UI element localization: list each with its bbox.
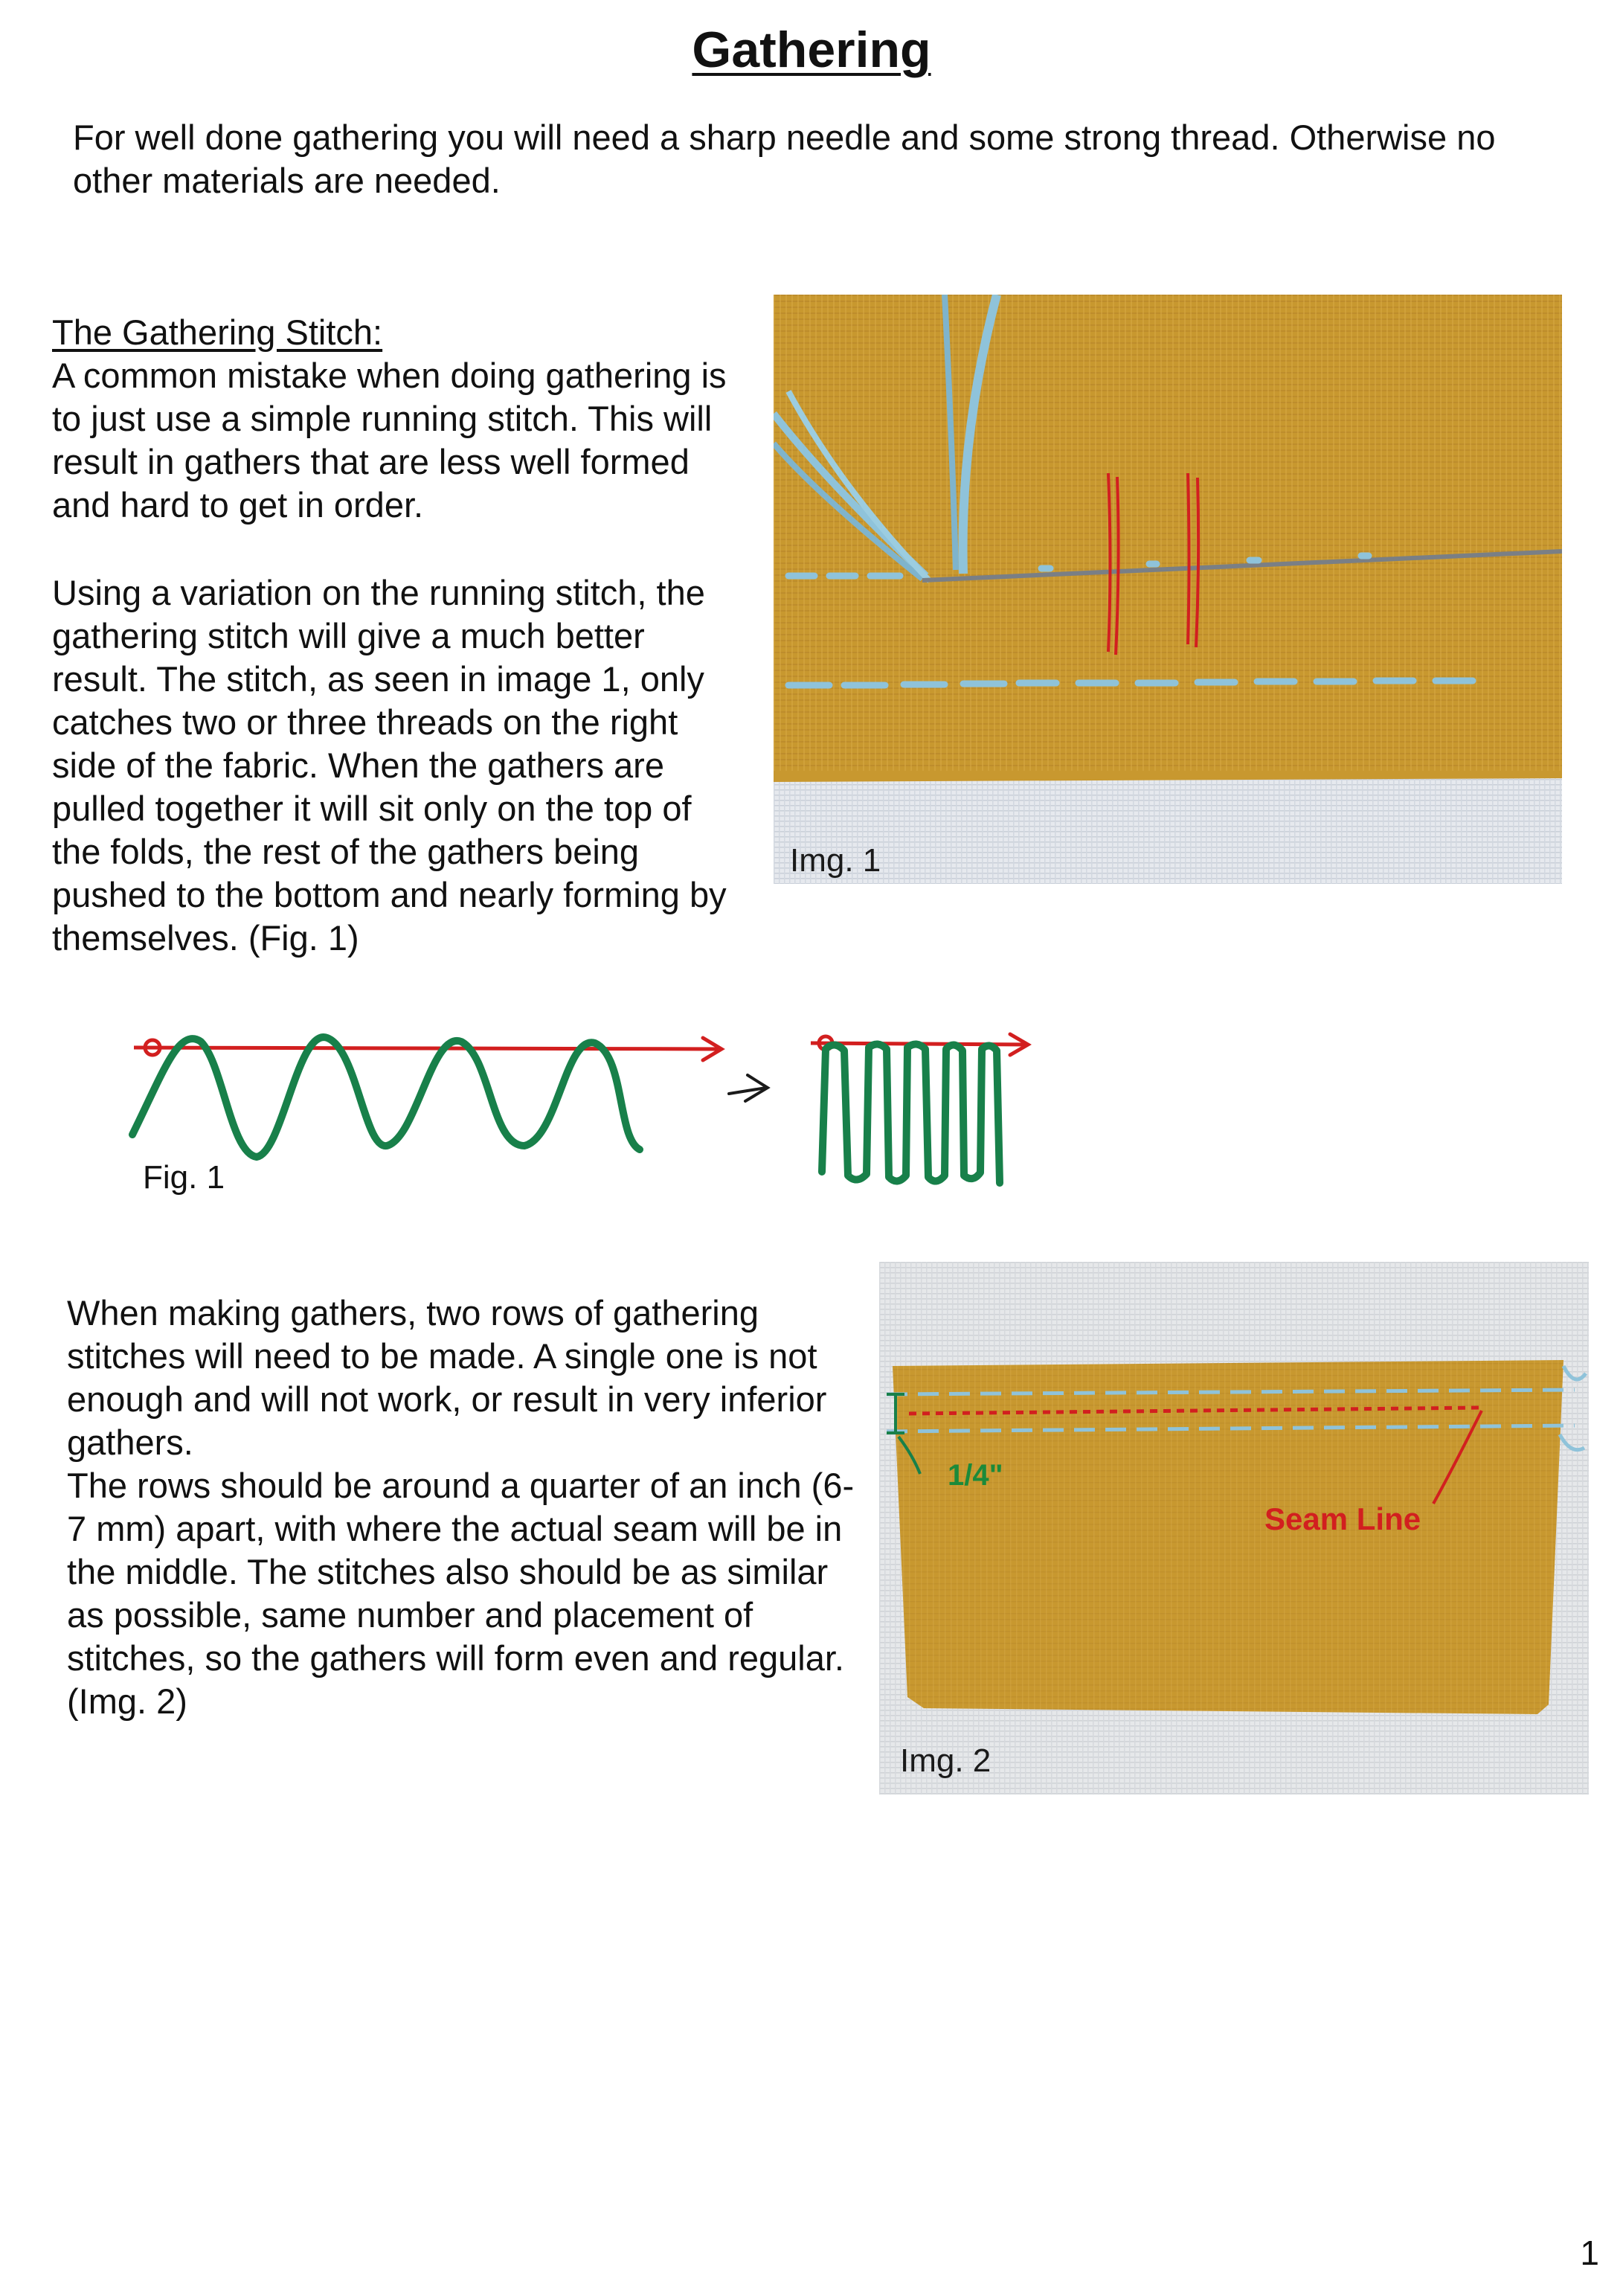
img1-caption: Img. 1 [790, 842, 881, 879]
img2-caption: Img. 2 [900, 1742, 991, 1779]
gathering-diagram [129, 1032, 1032, 1187]
intro-paragraph: For well done gathering you will need a … [73, 118, 1496, 200]
gathering-stitch-paragraph-2: Using a variation on the running stitch,… [52, 573, 727, 958]
page-number: 1 [1580, 2234, 1599, 2272]
gathering-rows-photo: 1/4" Seam Line Img. 2 [879, 1262, 1589, 1795]
gathering-stitch-paragraph-1: A common mistake when doing gathering is… [52, 356, 727, 525]
gathering-stitch-photo: Img. 1 [774, 295, 1562, 884]
section-heading-gathering-stitch: The Gathering Stitch: [52, 312, 383, 352]
img2-label-seam-line: Seam Line [1264, 1501, 1421, 1536]
page-title: Gathering [692, 22, 931, 78]
two-rows-paragraph: When making gathers, two rows of gatheri… [67, 1293, 855, 1721]
img2-label-quarter-inch: 1/4" [948, 1459, 1003, 1492]
fig1-caption: Fig. 1 [143, 1159, 225, 1196]
